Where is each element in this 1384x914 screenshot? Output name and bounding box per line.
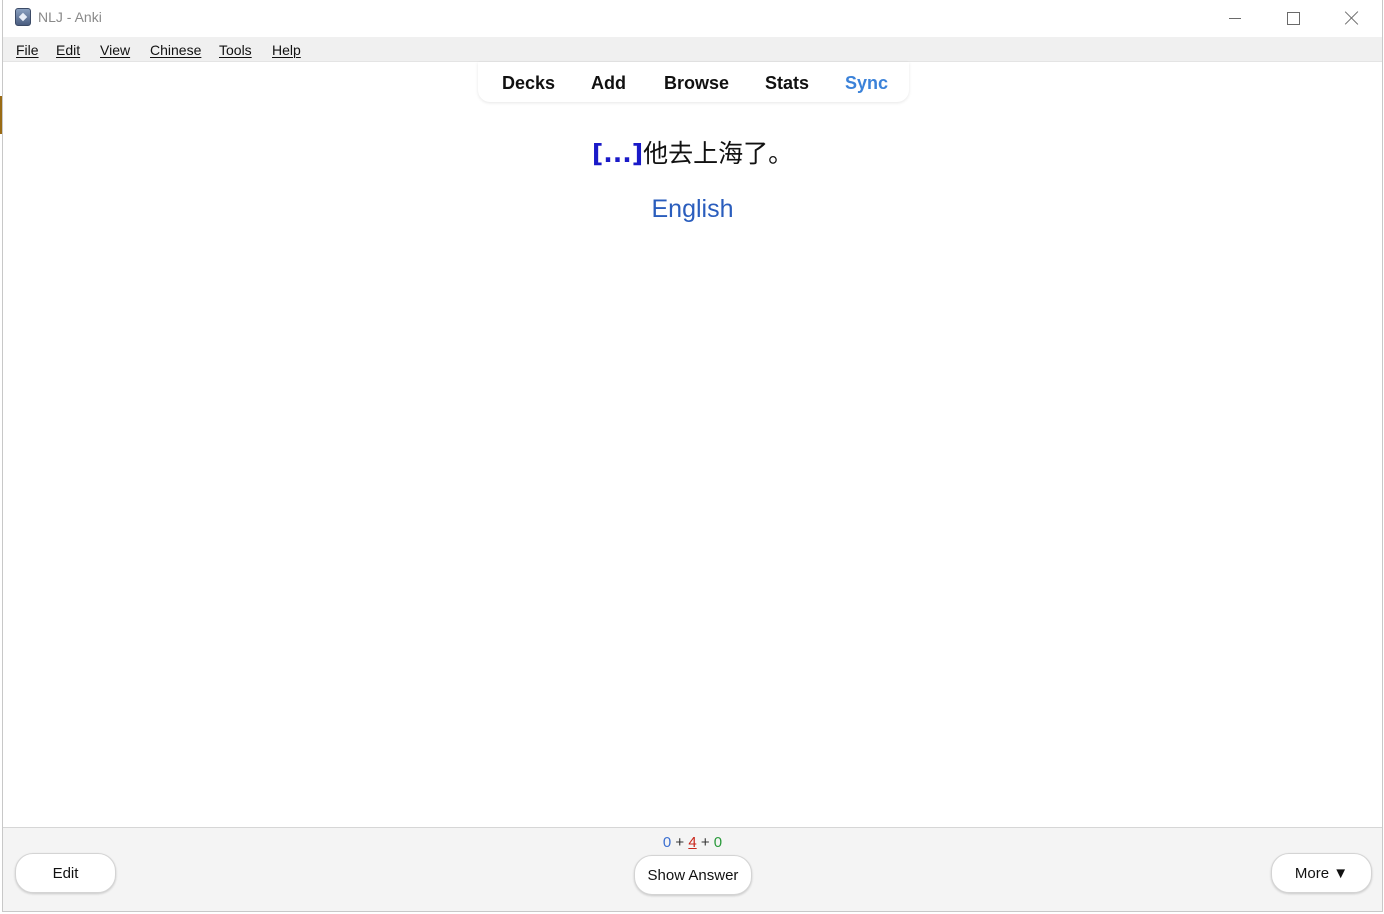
review-count: 0 <box>713 834 723 851</box>
cloze-deletion: [...] <box>591 139 644 168</box>
decks-link[interactable]: Decks <box>502 73 555 94</box>
menu-bar: File Edit View Chinese Tools Help <box>3 37 1382 62</box>
menu-help[interactable]: Help <box>272 42 301 58</box>
close-icon <box>1345 11 1359 25</box>
minimize-button[interactable] <box>1206 0 1264 36</box>
add-link[interactable]: Add <box>591 73 626 94</box>
maximize-button[interactable] <box>1264 0 1322 36</box>
learn-count: 4 <box>688 834 697 851</box>
show-answer-button[interactable]: Show Answer <box>634 855 752 895</box>
card-sentence: 他去上海了。 <box>643 139 794 168</box>
browse-link[interactable]: Browse <box>664 73 729 94</box>
close-button[interactable] <box>1323 0 1381 36</box>
new-count: 0 <box>662 834 672 851</box>
top-toolbar: Decks Add Browse Stats Sync <box>478 62 909 102</box>
card-question: [...]他去上海了。 <box>3 134 1382 170</box>
anki-app-icon <box>15 8 31 26</box>
window-title: NLJ - Anki <box>38 9 102 25</box>
menu-tools[interactable]: Tools <box>219 42 252 58</box>
bottom-bar: 0 + 4 + 0 Edit Show Answer More ▼ <box>3 827 1382 911</box>
sync-link[interactable]: Sync <box>845 73 888 94</box>
edit-button[interactable]: Edit <box>15 853 116 893</box>
title-bar[interactable]: NLJ - Anki <box>3 0 1382 36</box>
maximize-icon <box>1286 11 1300 25</box>
minimize-icon <box>1229 17 1241 19</box>
menu-file[interactable]: File <box>16 42 39 58</box>
count-separator: + <box>700 834 710 851</box>
menu-edit[interactable]: Edit <box>56 42 80 58</box>
menu-chinese[interactable]: Chinese <box>150 42 201 58</box>
stats-link[interactable]: Stats <box>765 73 809 94</box>
more-button[interactable]: More ▼ <box>1271 853 1372 893</box>
due-counts: 0 + 4 + 0 <box>3 834 1382 851</box>
card-hint: English <box>651 195 734 223</box>
count-separator: + <box>675 834 685 851</box>
anki-window: NLJ - Anki File Edit View Chinese Tools … <box>2 0 1383 912</box>
menu-view[interactable]: View <box>100 42 130 58</box>
